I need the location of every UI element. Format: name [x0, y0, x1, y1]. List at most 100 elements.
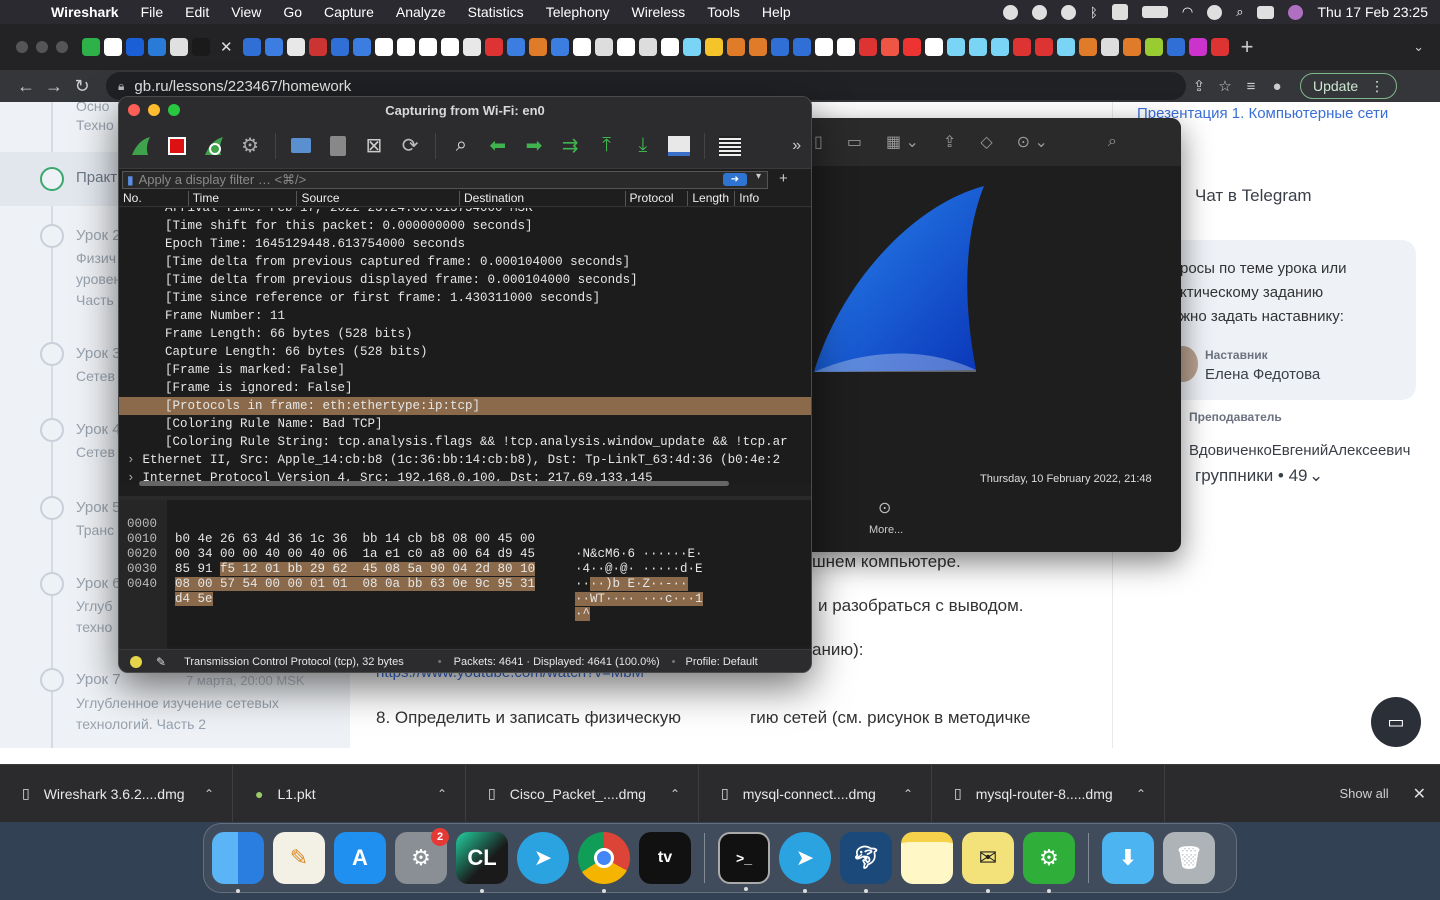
- chat-support-button[interactable]: ▭: [1371, 697, 1421, 747]
- pinned-tab-favicon[interactable]: [126, 38, 144, 56]
- spotlight-search-icon[interactable]: ⌕: [1236, 4, 1243, 20]
- pinned-tab-favicon[interactable]: [170, 38, 188, 56]
- show-all-downloads-link[interactable]: Show all: [1339, 786, 1388, 801]
- filter-history-chevron-icon[interactable]: ▾: [756, 171, 761, 182]
- bytes-row[interactable]: 0020 85 91 f5 12 01 bb 29 62 45 08 5a 90…: [119, 532, 688, 591]
- apply-filter-button[interactable]: ➜: [723, 173, 747, 186]
- pinned-tab-favicon[interactable]: [616, 38, 635, 56]
- close-tab-icon[interactable]: ✕: [220, 38, 233, 56]
- dock-notes-icon[interactable]: [901, 832, 953, 884]
- column-no[interactable]: No.: [119, 191, 189, 206]
- details-horizontal-scrollbar[interactable]: [139, 481, 729, 486]
- stop-capture-icon[interactable]: [163, 131, 191, 161]
- status-app-icon[interactable]: [1003, 4, 1019, 20]
- pinned-tab-favicon[interactable]: [1100, 38, 1119, 56]
- autoscroll-icon[interactable]: [665, 131, 693, 161]
- download-item[interactable]: ▯ mysql-router-8.....dmg ⌃: [932, 764, 1165, 823]
- more-label[interactable]: More...: [869, 524, 903, 536]
- pinned-tab-favicon[interactable]: [770, 38, 789, 56]
- pinned-tab-favicon[interactable]: [1210, 38, 1229, 56]
- restart-capture-icon[interactable]: [200, 131, 228, 161]
- reload-file-icon[interactable]: ⟳: [396, 131, 424, 161]
- chevron-up-icon[interactable]: ⌃: [437, 787, 447, 801]
- start-capture-icon[interactable]: [127, 131, 155, 161]
- add-filter-button[interactable]: +: [779, 170, 788, 187]
- pinned-tab-favicon[interactable]: [748, 38, 767, 56]
- bookmark-star-icon[interactable]: ☆: [1212, 77, 1238, 95]
- toolbar-overflow-icon[interactable]: »: [783, 131, 811, 161]
- dock-system-preferences-icon[interactable]: ⚙ 2: [395, 828, 449, 884]
- expand-chevron-icon[interactable]: ›: [127, 453, 135, 467]
- pinned-tab-favicon[interactable]: [104, 38, 122, 56]
- share-icon[interactable]: ⇪: [1186, 77, 1212, 95]
- minimize-window-button[interactable]: [36, 41, 48, 53]
- detail-line[interactable]: [Frame is marked: False]: [119, 361, 811, 379]
- dock-apple-tv-icon[interactable]: tv: [639, 832, 691, 884]
- expert-info-icon[interactable]: [130, 656, 142, 668]
- pinned-tab-favicon[interactable]: [792, 38, 811, 56]
- navigation-icon[interactable]: [1032, 4, 1048, 20]
- dock-downloads-folder-icon[interactable]: ⬇: [1102, 832, 1154, 884]
- pinned-tab-favicon[interactable]: [242, 38, 261, 56]
- column-time[interactable]: Time: [189, 191, 298, 206]
- detail-line[interactable]: [Coloring Rule Name: Bad TCP]: [119, 415, 811, 433]
- pinned-tab-favicon[interactable]: [462, 38, 481, 56]
- chevron-up-icon[interactable]: ⌃: [903, 787, 913, 801]
- chevron-down-icon[interactable]: ⌄: [1309, 466, 1323, 486]
- go-to-packet-icon[interactable]: ⇉: [556, 131, 584, 161]
- pinned-tab-favicon[interactable]: [528, 38, 547, 56]
- search-icon[interactable]: ⌕: [1108, 133, 1117, 151]
- expand-chevron-icon[interactable]: ›: [127, 471, 135, 484]
- detail-line[interactable]: [Time shift for this packet: 0.000000000…: [119, 217, 811, 235]
- pinned-tab-favicon[interactable]: [374, 38, 393, 56]
- last-packet-icon[interactable]: ⤓: [629, 131, 657, 161]
- pinned-tab-favicon[interactable]: [264, 38, 283, 56]
- first-packet-icon[interactable]: ⤒: [592, 131, 620, 161]
- pinned-tab-favicon[interactable]: [660, 38, 679, 56]
- pinned-tab-favicon[interactable]: [1078, 38, 1097, 56]
- menu-view[interactable]: View: [220, 4, 272, 20]
- siri-icon[interactable]: [1288, 4, 1304, 20]
- wifi-icon[interactable]: ◠: [1182, 4, 1193, 20]
- menubar-clock[interactable]: Thu 17 Feb 23:25: [1317, 4, 1428, 20]
- pinned-tab-favicon[interactable]: [990, 38, 1009, 56]
- display-filter-input[interactable]: ▮ Apply a display filter … <⌘/>: [122, 171, 768, 189]
- user-icon[interactable]: [1207, 4, 1223, 20]
- telegram-chat-link[interactable]: Чат в Telegram: [1195, 186, 1312, 206]
- dock-app-store-icon[interactable]: A: [334, 832, 386, 884]
- menu-app-wireshark[interactable]: Wireshark: [40, 4, 130, 20]
- dock-wireshark-icon[interactable]: ⚙: [1023, 832, 1075, 893]
- menu-capture[interactable]: Capture: [313, 4, 385, 20]
- pinned-tab-favicon[interactable]: [704, 38, 723, 56]
- pinned-tab-favicon[interactable]: [1122, 38, 1141, 56]
- column-source[interactable]: Source: [297, 191, 460, 206]
- go-forward-icon[interactable]: ➡: [520, 131, 548, 161]
- grid-view-icon[interactable]: ▦ ⌄: [886, 132, 919, 152]
- minimize-window-button[interactable]: [148, 104, 160, 116]
- pinned-tab-favicon[interactable]: [880, 38, 899, 56]
- dock-pages-icon[interactable]: ✎: [273, 832, 325, 884]
- pinned-tab-favicon[interactable]: [814, 38, 833, 56]
- forward-button[interactable]: →: [40, 76, 68, 97]
- pinned-tab-favicon[interactable]: [1188, 38, 1207, 56]
- pinned-tab-favicon[interactable]: [1166, 38, 1185, 56]
- pinned-tab-favicon[interactable]: [506, 38, 525, 56]
- thumbnail-view-icon[interactable]: ▭: [847, 132, 862, 152]
- pinned-tab-favicon[interactable]: [396, 38, 415, 56]
- find-packet-icon[interactable]: ⌕: [447, 131, 475, 161]
- column-info[interactable]: Info: [735, 191, 811, 206]
- groupmates-count[interactable]: группники • 49: [1195, 466, 1308, 486]
- menu-go[interactable]: Go: [272, 4, 313, 20]
- pinned-tab-favicon[interactable]: [418, 38, 437, 56]
- detail-line[interactable]: Frame Length: 66 bytes (528 bits): [119, 325, 811, 343]
- pinned-tab-favicon[interactable]: [968, 38, 987, 56]
- pinned-tab-favicon[interactable]: [148, 38, 166, 56]
- menu-file[interactable]: File: [130, 4, 175, 20]
- profile-icon[interactable]: ●: [1264, 78, 1290, 95]
- status-profile[interactable]: Profile: Default: [686, 656, 758, 668]
- dock-telegram-desktop-icon[interactable]: ➤: [779, 832, 831, 893]
- close-window-button[interactable]: [128, 104, 140, 116]
- menu-analyze[interactable]: Analyze: [385, 4, 457, 20]
- detail-line[interactable]: Arrival Time: Feb 17, 2022 23:24:08.6137…: [119, 208, 811, 217]
- chevron-up-icon[interactable]: ⌃: [1136, 787, 1146, 801]
